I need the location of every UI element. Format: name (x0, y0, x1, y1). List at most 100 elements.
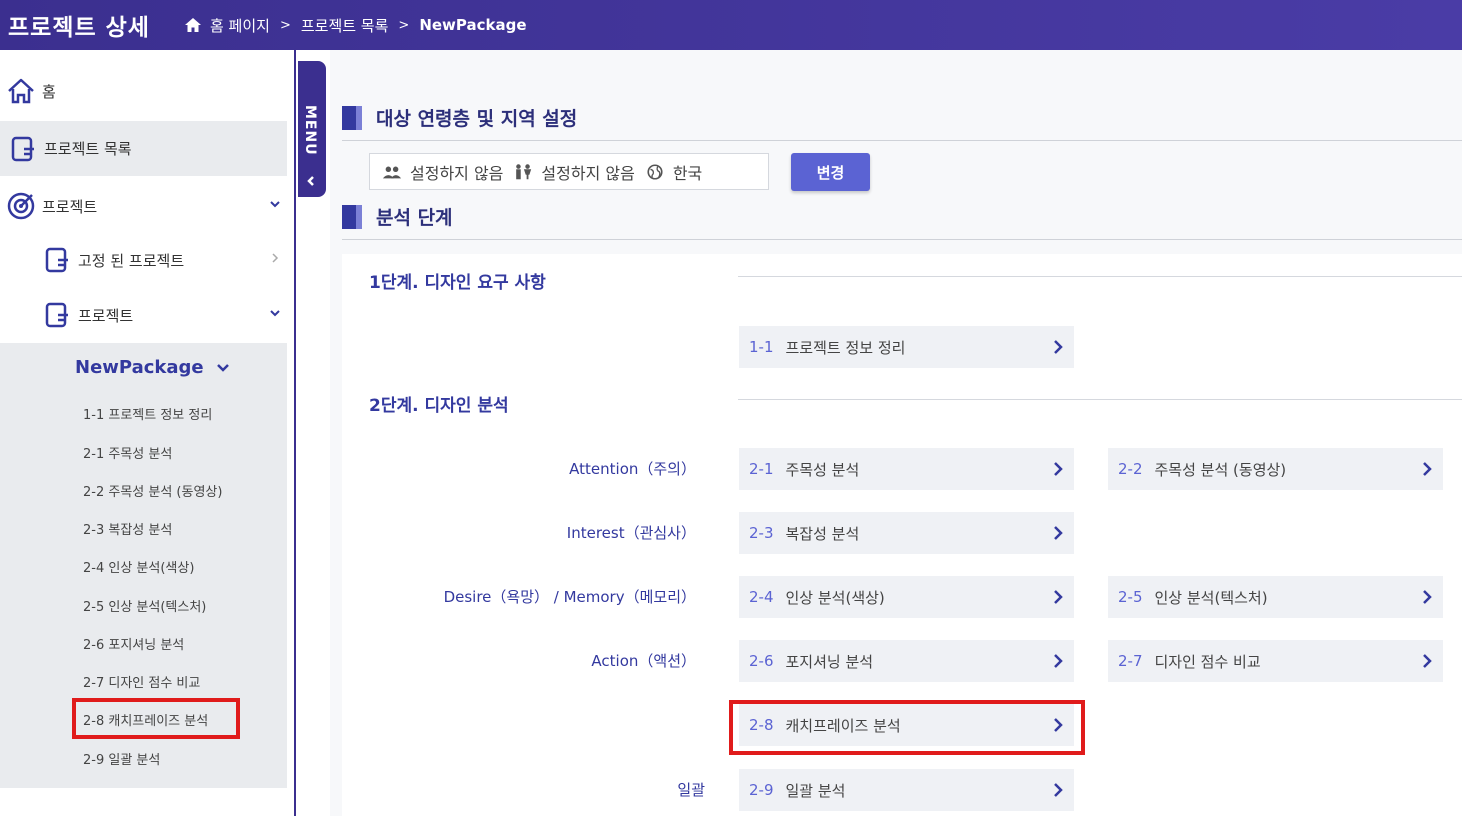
step2-title: 2단계. 디자인 분석 (369, 396, 509, 416)
chevron-right-icon (1054, 654, 1063, 668)
breadcrumb-home[interactable]: 홈 페이지 (210, 15, 270, 36)
card-number: 2-2 (1118, 460, 1143, 478)
package-item-2-9[interactable]: 2-9 일괄 분석 (83, 749, 160, 768)
chevron-right-icon (1054, 526, 1063, 540)
chevron-right-icon (1054, 340, 1063, 354)
card-1-1[interactable]: 1-1 프로젝트 정보 정리 (739, 326, 1074, 368)
sidebar-item-project[interactable]: 프로젝트 (6, 189, 287, 223)
card-label: 포지셔닝 분석 (785, 652, 874, 671)
age-setting: 설정하지 않음 (410, 163, 504, 183)
package-item-1-1[interactable]: 1-1 프로젝트 정보 정리 (83, 404, 212, 423)
menu-tab-label: MENU (302, 105, 318, 156)
sidebar-item-label: 프로젝트 (78, 306, 134, 325)
chevron-right-icon (1054, 462, 1063, 476)
card-2-4[interactable]: 2-4 인상 분석(색상) (739, 576, 1074, 618)
card-2-2[interactable]: 2-2 주목성 분석 (동영상) (1108, 448, 1443, 490)
row-label-interest: Interest（관심사） (566, 524, 696, 542)
package-title[interactable]: NewPackage (75, 357, 230, 378)
document-icon (44, 246, 70, 274)
sidebar-item-label: 홈 (42, 82, 56, 101)
card-2-6[interactable]: 2-6 포지셔닝 분석 (739, 640, 1074, 682)
chevron-right-icon (1423, 654, 1432, 668)
card-number: 2-5 (1118, 588, 1143, 606)
card-2-3[interactable]: 2-3 복잡성 분석 (739, 512, 1074, 554)
section-title-text: 분석 단계 (376, 207, 453, 229)
card-number: 2-3 (749, 524, 774, 542)
card-number: 2-7 (1118, 652, 1143, 670)
package-item-2-3[interactable]: 2-3 복잡성 분석 (83, 519, 172, 538)
package-item-2-7[interactable]: 2-7 디자인 점수 비교 (83, 672, 200, 691)
card-label: 인상 분석(텍스처) (1154, 588, 1268, 607)
chevron-down-icon (270, 201, 280, 208)
section-marker (342, 105, 362, 130)
region-setting: 한국 (672, 163, 703, 183)
page-title: 프로젝트 상세 (8, 15, 150, 41)
chevron-right-icon (1054, 783, 1063, 797)
row-label-batch: 일괄 (677, 781, 705, 799)
package-name: NewPackage (75, 357, 204, 378)
card-label: 디자인 점수 비교 (1154, 652, 1261, 671)
divider (342, 239, 1462, 240)
divider (738, 399, 1462, 400)
step1-title: 1단계. 디자인 요구 사항 (369, 273, 546, 293)
chevron-right-icon (1423, 462, 1432, 476)
section-title-text: 대상 연령층 및 지역 설정 (376, 108, 578, 130)
home-icon[interactable] (184, 17, 202, 33)
section-marker (342, 204, 362, 229)
row-label-desire-memory: Desire（욕망） / Memory（메모리） (443, 588, 696, 606)
section-title-target: 대상 연령층 및 지역 설정 (342, 104, 577, 131)
menu-toggle-tab[interactable]: MENU (298, 61, 326, 197)
sidebar-item-fixed-project[interactable]: 고정 된 프로젝트 (44, 243, 287, 277)
card-label: 프로젝트 정보 정리 (785, 338, 906, 357)
card-number: 2-4 (749, 588, 774, 606)
row-label-attention: Attention（주의） (569, 460, 696, 478)
document-icon (44, 301, 70, 329)
sidebar-item-label: 프로젝트 목록 (44, 140, 132, 158)
card-number: 2-6 (749, 652, 774, 670)
people-icon (382, 166, 402, 178)
house-icon (6, 76, 36, 106)
highlight-box (72, 698, 240, 739)
package-item-2-1[interactable]: 2-1 주목성 분석 (83, 443, 172, 462)
gender-setting: 설정하지 않음 (541, 163, 635, 183)
sidebar-item-home[interactable]: 홈 (6, 76, 56, 106)
card-label: 주목성 분석 (동영상) (1154, 460, 1287, 479)
gender-icon (516, 163, 532, 179)
section-title-analysis: 분석 단계 (342, 203, 453, 230)
card-2-7[interactable]: 2-7 디자인 점수 비교 (1108, 640, 1443, 682)
chevron-down-icon (216, 363, 229, 372)
card-label: 복잡성 분석 (785, 524, 860, 543)
breadcrumb: 홈 페이지 > 프로젝트 목록 > NewPackage (184, 15, 527, 36)
breadcrumb-separator: > (279, 17, 291, 33)
package-item-2-4[interactable]: 2-4 인상 분석(색상) (83, 557, 194, 576)
card-number: 2-1 (749, 460, 774, 478)
sidebar-item-label: 프로젝트 (42, 197, 98, 216)
card-label: 인상 분석(색상) (785, 588, 885, 607)
document-icon (8, 134, 38, 164)
card-number: 2-9 (749, 781, 774, 799)
sidebar-item-project-list[interactable]: 프로젝트 목록 (0, 121, 287, 176)
sidebar-item-label: 고정 된 프로젝트 (78, 251, 185, 270)
card-2-1[interactable]: 2-1 주목성 분석 (739, 448, 1074, 490)
highlight-box (729, 700, 1085, 755)
package-item-2-6[interactable]: 2-6 포지셔닝 분석 (83, 634, 184, 653)
chevron-right-icon (1423, 590, 1432, 604)
chevron-down-icon (270, 310, 280, 317)
card-label: 일괄 분석 (785, 781, 846, 800)
breadcrumb-project-list[interactable]: 프로젝트 목록 (301, 15, 389, 36)
package-item-2-5[interactable]: 2-5 인상 분석(텍스처) (83, 596, 206, 615)
chevron-right-icon (272, 253, 279, 263)
card-2-9[interactable]: 2-9 일괄 분석 (739, 769, 1074, 811)
chevron-left-icon (307, 176, 314, 186)
sidebar-item-project-sub[interactable]: 프로젝트 (44, 298, 287, 332)
globe-icon (647, 163, 663, 180)
package-item-2-2[interactable]: 2-2 주목성 분석 (동영상) (83, 481, 222, 500)
target-settings-box: 설정하지 않음 설정하지 않음 한국 (369, 153, 769, 190)
card-2-5[interactable]: 2-5 인상 분석(텍스처) (1108, 576, 1443, 618)
row-label-action: Action（액션） (591, 652, 696, 670)
breadcrumb-separator: > (398, 17, 410, 33)
card-label: 주목성 분석 (785, 460, 860, 479)
change-button[interactable]: 변경 (791, 153, 870, 191)
card-number: 1-1 (749, 338, 774, 356)
chevron-right-icon (1054, 590, 1063, 604)
